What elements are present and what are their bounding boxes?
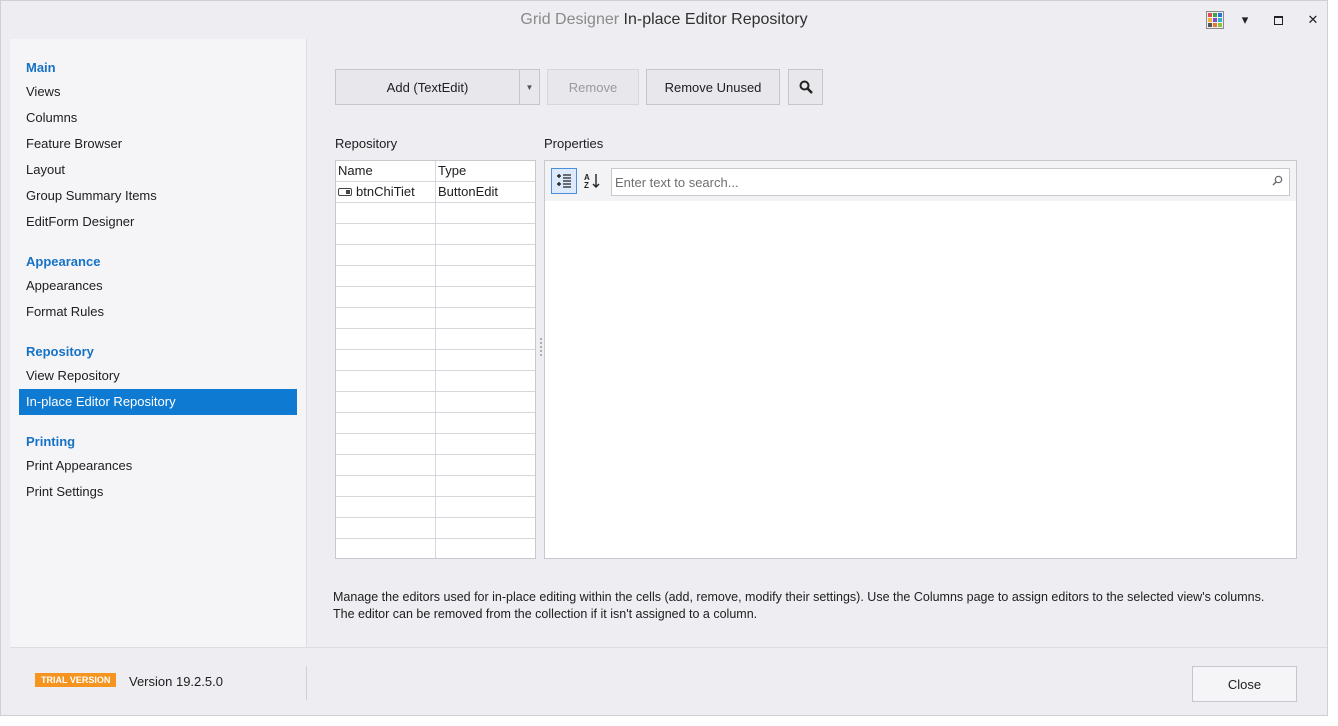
alphabetical-view-button[interactable]: A Z (579, 168, 605, 194)
properties-label: Properties (544, 136, 604, 151)
nav-item-print-settings[interactable]: Print Settings (19, 479, 297, 505)
nav-item-in-place-editor-repository[interactable]: In-place Editor Repository (19, 389, 297, 415)
nav-item-columns[interactable]: Columns (19, 105, 297, 131)
remove-unused-button[interactable]: Remove Unused (646, 69, 780, 105)
skin-selector-button[interactable] (1201, 7, 1229, 33)
property-search-input[interactable] (612, 169, 1262, 195)
empty-row (336, 245, 535, 266)
property-search-box[interactable] (611, 168, 1290, 196)
empty-row (336, 455, 535, 476)
sort-alphabetical-icon: A Z (584, 173, 600, 190)
empty-row (336, 434, 535, 455)
empty-row (336, 518, 535, 539)
close-button[interactable]: Close (1192, 666, 1297, 702)
title-bar: Grid Designer In-place Editor Repository… (1, 1, 1327, 39)
editor-repository-page: Add (TextEdit) ▼ Remove Remove Unused Re… (307, 39, 1327, 647)
nav-item-appearances[interactable]: Appearances (19, 273, 297, 299)
nav-group-printing: Printing (26, 434, 76, 449)
empty-row (336, 203, 535, 224)
maximize-button[interactable] (1264, 7, 1292, 33)
categorized-icon (557, 174, 571, 188)
maximize-icon (1273, 15, 1283, 25)
repository-grid[interactable]: Name Type btnChiTiet ButtonEdit (335, 160, 536, 559)
column-header-name[interactable]: Name (336, 161, 436, 181)
title-page-name: In-place Editor Repository (623, 11, 808, 28)
color-grid-icon (1206, 11, 1224, 29)
search-icon (1272, 175, 1283, 189)
window-menu-button[interactable]: ▾ (1231, 7, 1259, 33)
categorized-view-button[interactable] (551, 168, 577, 194)
nav-item-format-rules[interactable]: Format Rules (19, 299, 297, 325)
window-title: Grid Designer In-place Editor Repository (1, 11, 1327, 29)
remove-button[interactable]: Remove (547, 69, 639, 105)
footer-divider (306, 666, 307, 700)
navigation-pane: Main Views Columns Feature Browser Layou… (10, 39, 307, 647)
table-row[interactable]: btnChiTiet ButtonEdit (336, 182, 535, 203)
close-window-button[interactable]: ✕ (1299, 7, 1327, 33)
add-editor-dropdown[interactable]: ▼ (519, 70, 539, 104)
grid-header: Name Type (336, 161, 535, 182)
nav-item-feature-browser[interactable]: Feature Browser (19, 131, 297, 157)
empty-row (336, 329, 535, 350)
magnifier-icon (799, 80, 813, 94)
empty-row (336, 266, 535, 287)
splitter-handle[interactable] (539, 337, 543, 357)
search-button[interactable] (788, 69, 823, 105)
cell-type[interactable]: ButtonEdit (436, 182, 535, 202)
empty-row (336, 497, 535, 518)
nav-group-repository: Repository (26, 344, 94, 359)
empty-row (336, 350, 535, 371)
nav-group-appearance: Appearance (26, 254, 101, 269)
grid-designer-window: Grid Designer In-place Editor Repository… (0, 0, 1328, 716)
cell-name-text: btnChiTiet (356, 184, 415, 199)
button-edit-icon (338, 188, 352, 196)
empty-row (336, 539, 535, 558)
nav-item-group-summary-items[interactable]: Group Summary Items (19, 183, 297, 209)
empty-row (336, 392, 535, 413)
add-editor-label: Add (TextEdit) (386, 79, 469, 95)
nav-item-layout[interactable]: Layout (19, 157, 297, 183)
empty-row (336, 413, 535, 434)
cell-name[interactable]: btnChiTiet (336, 182, 436, 202)
empty-row (336, 224, 535, 245)
column-header-type[interactable]: Type (436, 161, 535, 181)
empty-row (336, 371, 535, 392)
footer: TRIAL VERSION Version 19.2.5.0 Close (10, 647, 1327, 715)
chevron-down-icon: ▼ (525, 82, 534, 92)
property-grid[interactable]: A Z (544, 160, 1297, 559)
title-app-name: Grid Designer (520, 11, 620, 28)
page-description: Manage the editors used for in-place edi… (333, 590, 1265, 621)
nav-item-editform-designer[interactable]: EditForm Designer (19, 209, 297, 235)
property-grid-toolbar: A Z (545, 161, 1296, 201)
empty-row (336, 287, 535, 308)
nav-group-main: Main (26, 60, 56, 75)
trial-version-badge: TRIAL VERSION (35, 673, 117, 687)
nav-item-views[interactable]: Views (19, 79, 297, 105)
repository-label: Repository (335, 136, 398, 151)
svg-text:Z: Z (584, 181, 589, 190)
close-icon: ✕ (1307, 12, 1319, 27)
version-label: Version 19.2.5.0 (129, 674, 223, 689)
nav-item-view-repository[interactable]: View Repository (19, 363, 297, 389)
add-editor-button[interactable]: Add (TextEdit) ▼ (335, 69, 540, 105)
nav-item-print-appearances[interactable]: Print Appearances (19, 453, 297, 479)
chevron-down-icon: ▾ (1241, 12, 1249, 27)
empty-row (336, 308, 535, 329)
empty-row (336, 476, 535, 497)
